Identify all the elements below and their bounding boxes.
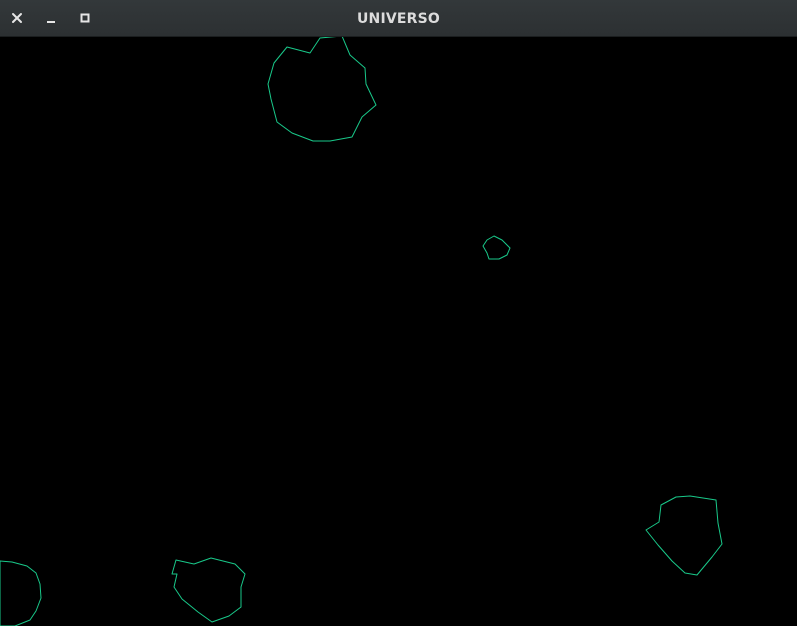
window-title: UNIVERSO xyxy=(356,11,441,27)
game-canvas[interactable] xyxy=(0,37,797,626)
app-window: UNIVERSO xyxy=(0,0,797,626)
title-bar[interactable]: UNIVERSO xyxy=(0,0,797,37)
asteroid xyxy=(645,495,723,576)
asteroid xyxy=(0,560,42,626)
asteroid xyxy=(482,235,511,260)
asteroid xyxy=(171,557,246,623)
asteroid-field xyxy=(0,37,723,626)
asteroid xyxy=(267,37,377,142)
